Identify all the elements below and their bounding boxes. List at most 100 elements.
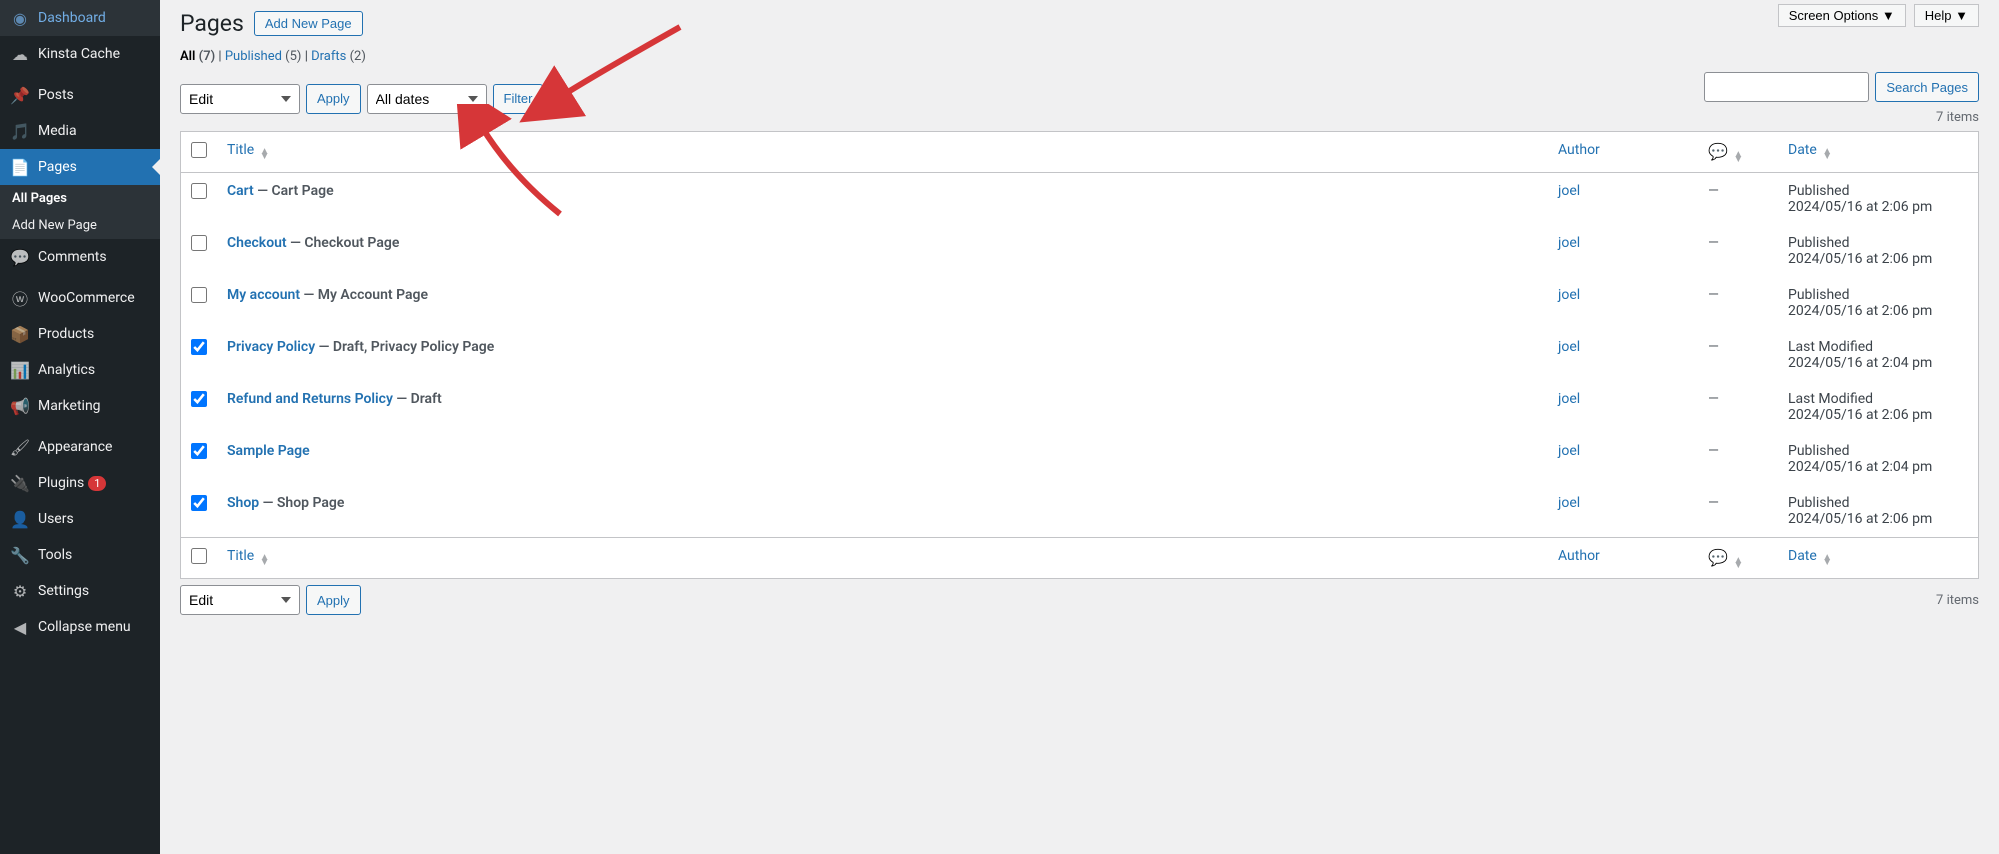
search-button[interactable]: Search Pages [1875,72,1979,102]
sidebar-item-products[interactable]: 📦Products [0,316,160,352]
sidebar-item-label: Comments [38,249,107,265]
sidebar-item-media[interactable]: 🎵 Media [0,113,160,149]
apply-button[interactable]: Apply [306,84,361,114]
marketing-icon: 📢 [10,396,30,416]
date-filter-select[interactable]: All dates [367,84,487,114]
select-all-checkbox-bottom[interactable] [191,548,207,564]
table-row: Checkout — Checkout Pagejoel—Published20… [181,225,1978,277]
sidebar-item-label: Media [38,123,77,139]
column-title-bottom[interactable]: Title ▲▼ [227,548,270,564]
comment-icon: 💬 [1708,548,1728,567]
page-state-label: — Draft, Privacy Policy Page [315,339,494,355]
author-link[interactable]: joel [1558,339,1580,355]
settings-icon: ⚙ [10,581,30,601]
author-link[interactable]: joel [1558,287,1580,303]
column-author: Author [1548,132,1698,173]
items-count-bottom: 7 items [1936,593,1979,608]
filter-drafts[interactable]: Drafts (2) [311,49,366,64]
page-status: Published [1788,443,1968,459]
submenu-item-add-new-page[interactable]: Add New Page [0,212,160,239]
sidebar-item-posts[interactable]: 📌Posts [0,77,160,113]
sidebar-item-tools[interactable]: 🔧Tools [0,537,160,573]
sidebar-item-woocommerce[interactable]: ⓦWooCommerce [0,280,160,316]
page-title-link[interactable]: Checkout [227,235,287,251]
sidebar-item-label: Tools [38,547,72,563]
row-checkbox[interactable] [191,391,207,407]
column-date[interactable]: Date ▲▼ [1788,142,1832,158]
sidebar-item-plugins[interactable]: 🔌Plugins1 [0,465,160,501]
submenu-item-all-pages[interactable]: All Pages [0,185,160,212]
filter-button[interactable]: Filter [493,84,544,114]
sidebar-item-settings[interactable]: ⚙Settings [0,573,160,609]
help-button[interactable]: Help ▼ [1914,4,1979,27]
pages-table: Title ▲▼ Author 💬 ▲▼ Date ▲▼ Cart — Cart… [180,131,1979,579]
page-state-label: — My Account Page [300,287,428,303]
sidebar-item-marketing[interactable]: 📢Marketing [0,388,160,424]
column-date-bottom[interactable]: Date ▲▼ [1788,548,1832,564]
comments-count: — [1698,485,1778,537]
screen-options-button[interactable]: Screen Options ▼ [1778,4,1906,27]
filter-all[interactable]: All (7) [180,49,215,64]
update-badge: 1 [88,476,106,491]
sort-icon: ▲▼ [1822,555,1832,565]
column-comments-bottom[interactable]: 💬 ▲▼ [1698,537,1778,578]
page-title-link[interactable]: Cart [227,183,254,199]
sidebar-item-kinsta-cache[interactable]: ☁Kinsta Cache [0,36,160,72]
row-checkbox[interactable] [191,495,207,511]
row-checkbox[interactable] [191,287,207,303]
page-state-label: — Cart Page [254,183,334,199]
products-icon: 📦 [10,324,30,344]
sidebar-item-collapse-menu[interactable]: ◀ Collapse menu [0,609,160,645]
page-date: 2024/05/16 at 2:04 pm [1788,355,1968,371]
page-date: 2024/05/16 at 2:06 pm [1788,199,1968,215]
analytics-icon: 📊 [10,360,30,380]
add-new-page-button[interactable]: Add New Page [254,11,363,36]
bulk-action-select-bottom[interactable]: Edit [180,585,300,615]
bulk-action-select[interactable]: Edit [180,84,300,114]
main-content: Screen Options ▼ Help ▼ Pages Add New Pa… [160,0,1999,854]
sidebar-item-comments[interactable]: 💬 Comments [0,239,160,275]
page-status: Published [1788,287,1968,303]
media-icon: 🎵 [10,121,30,141]
page-title-link[interactable]: Refund and Returns Policy [227,391,393,407]
row-checkbox[interactable] [191,443,207,459]
sidebar-item-label: Posts [38,87,74,103]
filter-published[interactable]: Published (5) [225,49,302,64]
column-title[interactable]: Title ▲▼ [227,142,270,158]
page-title-link[interactable]: Shop [227,495,259,511]
search-input[interactable] [1704,72,1869,102]
sidebar-item-label: Collapse menu [38,619,131,635]
author-link[interactable]: joel [1558,183,1580,199]
comment-icon: 💬 [10,247,30,267]
page-title-link[interactable]: My account [227,287,300,303]
sidebar-item-users[interactable]: 👤Users [0,501,160,537]
comments-count: — [1698,381,1778,433]
sidebar-item-label: Dashboard [38,10,106,26]
page-title: Pages [180,10,244,37]
row-checkbox[interactable] [191,235,207,251]
admin-sidebar: ◉Dashboard☁Kinsta Cache 📌Posts 🎵 Media 📄Page… [0,0,160,854]
author-link[interactable]: joel [1558,235,1580,251]
comments-count: — [1698,225,1778,277]
comments-count: — [1698,277,1778,329]
page-date: 2024/05/16 at 2:04 pm [1788,459,1968,475]
sidebar-item-analytics[interactable]: 📊Analytics [0,352,160,388]
sort-icon: ▲▼ [260,149,270,159]
author-link[interactable]: joel [1558,391,1580,407]
author-link[interactable]: joel [1558,495,1580,511]
author-link[interactable]: joel [1558,443,1580,459]
sidebar-item-appearance[interactable]: 🖌Appearance [0,429,160,465]
sort-icon: ▲▼ [1822,149,1832,159]
sidebar-item-pages[interactable]: 📄Pages [0,149,160,185]
page-date: 2024/05/16 at 2:06 pm [1788,407,1968,423]
page-title-link[interactable]: Sample Page [227,443,310,459]
select-all-checkbox[interactable] [191,142,207,158]
sidebar-item-dashboard[interactable]: ◉Dashboard [0,0,160,36]
row-checkbox[interactable] [191,339,207,355]
collapse-icon: ◀ [10,617,30,637]
page-title-link[interactable]: Privacy Policy [227,339,315,355]
row-checkbox[interactable] [191,183,207,199]
column-comments[interactable]: 💬 ▲▼ [1698,132,1778,173]
page-status: Last Modified [1788,339,1968,355]
apply-button-bottom[interactable]: Apply [306,585,361,615]
